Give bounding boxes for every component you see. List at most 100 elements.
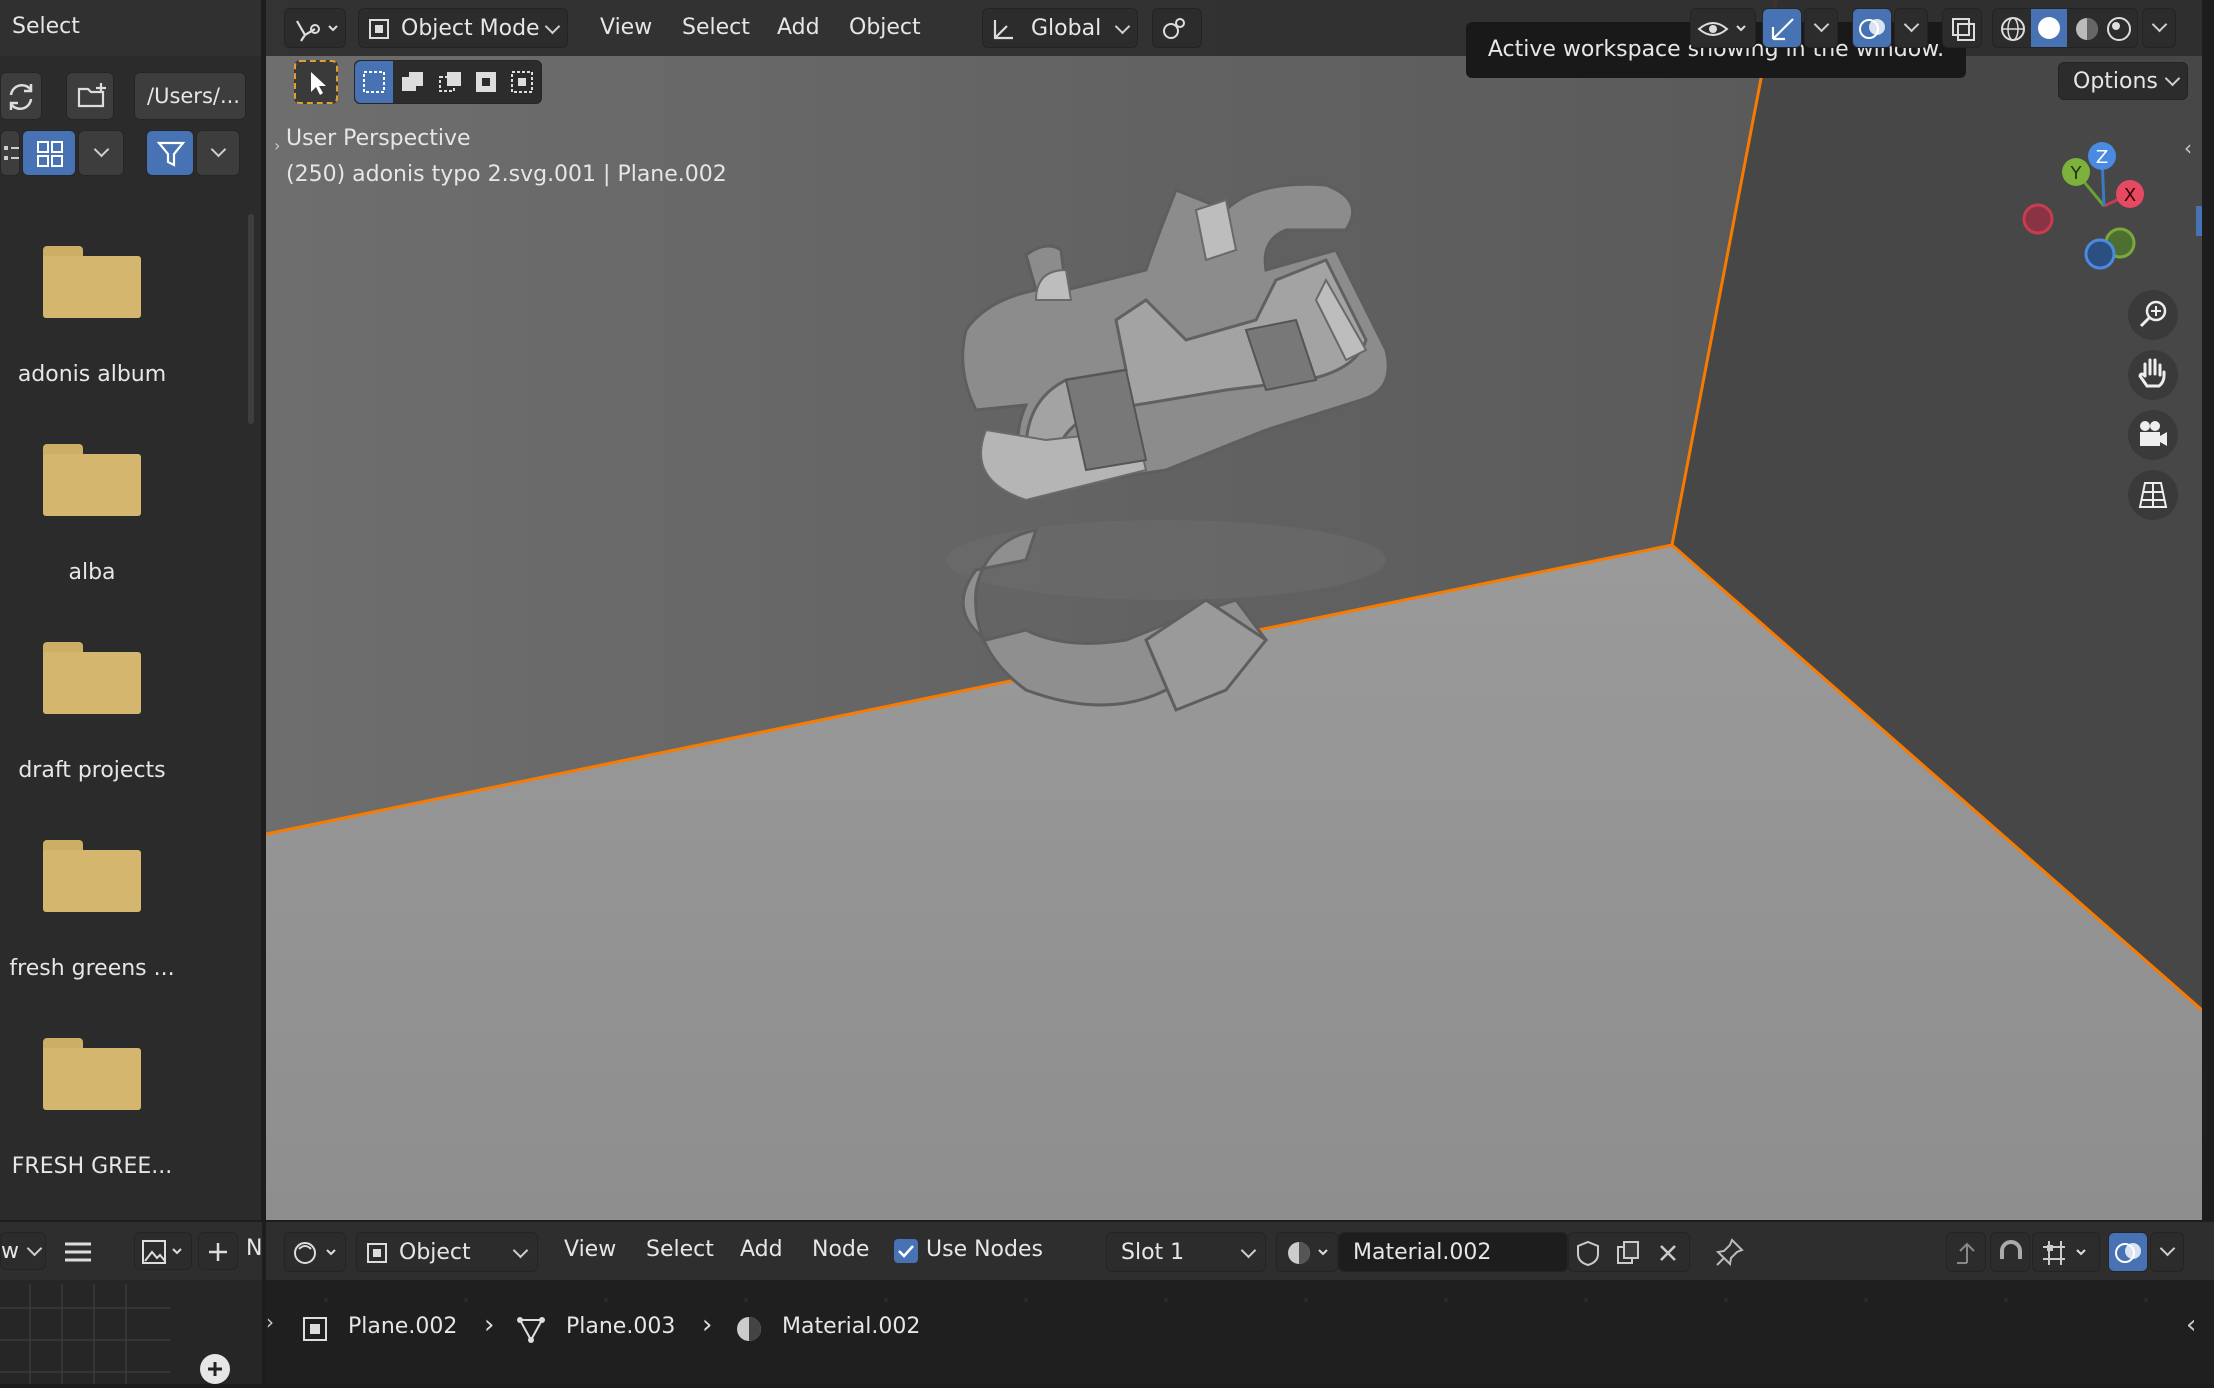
sidebar-tab-indicator[interactable]	[2196, 206, 2202, 236]
gizmo-toggle[interactable]	[1762, 8, 1802, 48]
transform-orientation-dropdown[interactable]: Global	[982, 8, 1138, 48]
visibility-dropdown[interactable]	[1690, 8, 1756, 48]
list-view-button[interactable]	[0, 130, 20, 176]
cursor-icon	[311, 72, 326, 95]
node-overlays-toggle[interactable]	[2108, 1232, 2148, 1272]
node-menu-add[interactable]: Add	[740, 1237, 783, 1262]
perspective-toggle-button[interactable]	[2128, 470, 2178, 520]
sidebar-expand-arrow[interactable]: ‹	[2186, 1310, 2196, 1340]
shader-editor-icon	[294, 1242, 336, 1264]
breadcrumb-toggle-arrow[interactable]: ›	[266, 1310, 274, 1334]
shading-mode-group	[1992, 8, 2138, 48]
checkmark-icon	[898, 1245, 914, 1258]
navigation-gizmo[interactable]: X Y Z	[2014, 130, 2194, 280]
select-tool-button[interactable]	[294, 60, 338, 104]
list-view-icon	[4, 146, 19, 160]
node-overlays-dropdown[interactable]	[2150, 1232, 2184, 1272]
object-mode-dropdown[interactable]: Object Mode	[358, 8, 568, 48]
xray-icon	[1952, 18, 1975, 41]
solid-shading-button[interactable]	[2031, 9, 2067, 47]
folder-icon[interactable]	[43, 840, 141, 912]
parent-node-tree-button[interactable]	[1946, 1232, 1986, 1272]
mesh-icon	[517, 1317, 545, 1343]
close-icon[interactable]	[1653, 1239, 1683, 1267]
uv-grid[interactable]	[0, 1284, 170, 1384]
options-dropdown[interactable]: Options	[2058, 62, 2188, 100]
3d-viewport[interactable]: Object Mode View Select Add Object Globa…	[266, 0, 2202, 1220]
node-menu-view[interactable]: View	[564, 1237, 616, 1262]
slot-label: Slot 1	[1121, 1240, 1185, 1265]
hamburger-menu-icon[interactable]	[62, 1236, 94, 1268]
use-nodes-checkbox[interactable]	[894, 1239, 918, 1263]
folder-label[interactable]: alba	[0, 560, 187, 585]
scrollbar[interactable]	[248, 214, 254, 424]
shading-dropdown[interactable]	[2142, 8, 2176, 48]
slot-dropdown[interactable]: Slot 1	[1106, 1232, 1266, 1272]
neg-z-axis-ball[interactable]	[2084, 238, 2116, 270]
folder-label[interactable]: FRESH GREE...	[0, 1154, 187, 1179]
rendered-shading-icon[interactable]	[2105, 15, 2133, 43]
folder-icon[interactable]	[43, 1038, 141, 1110]
node-menu-node[interactable]: Node	[812, 1237, 869, 1262]
node-menu-select[interactable]: Select	[646, 1237, 714, 1262]
refresh-button[interactable]	[0, 72, 42, 120]
chevron-down-icon	[1813, 16, 1829, 33]
wireframe-shading-icon[interactable]	[1999, 15, 2027, 43]
view-dropdown[interactable]	[78, 130, 124, 176]
path-field[interactable]: /Users/...	[134, 72, 246, 120]
gizmo-dropdown[interactable]	[1804, 8, 1838, 48]
menu-object[interactable]: Object	[849, 15, 921, 40]
editor-type-dropdown[interactable]	[284, 8, 346, 48]
toolbar-expand-arrow[interactable]: ›	[274, 136, 280, 155]
fake-user-shield-icon[interactable]	[1573, 1239, 1603, 1267]
overlays-toggle[interactable]	[1852, 8, 1892, 48]
chevron-down-icon	[2164, 70, 2181, 87]
select-intersect-icon[interactable]	[507, 67, 537, 97]
select-subtract-icon[interactable]	[435, 67, 465, 97]
neg-x-axis-ball[interactable]	[2022, 203, 2054, 235]
folder-icon[interactable]	[43, 246, 141, 318]
select-invert-icon[interactable]	[471, 67, 501, 97]
shader-editor-type-dropdown[interactable]	[284, 1232, 346, 1272]
zoom-button[interactable]	[2128, 290, 2178, 340]
folder-label[interactable]: fresh greens ...	[0, 956, 187, 981]
menu-view[interactable]: View	[600, 15, 652, 40]
refresh-icon	[9, 83, 33, 111]
folder-icon[interactable]	[43, 444, 141, 516]
overlays-dropdown[interactable]	[1894, 8, 1928, 48]
snap-grid-icon	[2043, 1241, 2086, 1265]
browse-material-dropdown[interactable]	[1276, 1232, 1338, 1272]
new-folder-button[interactable]	[66, 72, 114, 120]
material-shading-icon[interactable]	[2073, 15, 2101, 43]
camera-view-button[interactable]	[2128, 410, 2178, 460]
chevron-down-icon	[512, 1242, 529, 1259]
plus-icon	[209, 1243, 227, 1261]
xray-toggle[interactable]	[1942, 8, 1982, 48]
shader-type-label: Object	[399, 1240, 471, 1265]
use-nodes-label[interactable]: Use Nodes	[926, 1237, 1043, 1262]
pin-icon[interactable]	[1714, 1236, 1746, 1268]
select-extend-icon[interactable]	[397, 67, 427, 97]
menu-add[interactable]: Add	[777, 15, 820, 40]
thumbnail-view-button[interactable]	[22, 130, 76, 176]
select-new-button[interactable]	[355, 61, 393, 103]
material-name-field[interactable]: Material.002	[1338, 1232, 1568, 1272]
workspace-dropdown[interactable]: w	[0, 1232, 46, 1270]
new-image-button[interactable]	[198, 1232, 238, 1270]
filter-button[interactable]	[146, 130, 194, 176]
shader-type-dropdown[interactable]: Object	[356, 1232, 538, 1272]
folder-label[interactable]: adonis album	[0, 362, 187, 387]
shader-editor[interactable]: Object View Select Add Node Use Nodes Sl…	[266, 1222, 2214, 1384]
duplicate-icon[interactable]	[1613, 1239, 1643, 1267]
folder-icon[interactable]	[43, 642, 141, 714]
folder-label[interactable]: draft projects	[0, 758, 187, 783]
snap-toggle[interactable]	[1990, 1232, 2030, 1272]
pivot-dropdown[interactable]	[1152, 8, 1202, 48]
add-button[interactable]	[200, 1354, 230, 1384]
filter-dropdown[interactable]	[196, 130, 240, 176]
snap-element-dropdown[interactable]	[2032, 1232, 2100, 1272]
image-editor-dropdown[interactable]	[134, 1232, 192, 1270]
left-bottom-editor: w N	[0, 1222, 262, 1384]
menu-select[interactable]: Select	[682, 15, 750, 40]
pan-button[interactable]	[2128, 350, 2178, 400]
